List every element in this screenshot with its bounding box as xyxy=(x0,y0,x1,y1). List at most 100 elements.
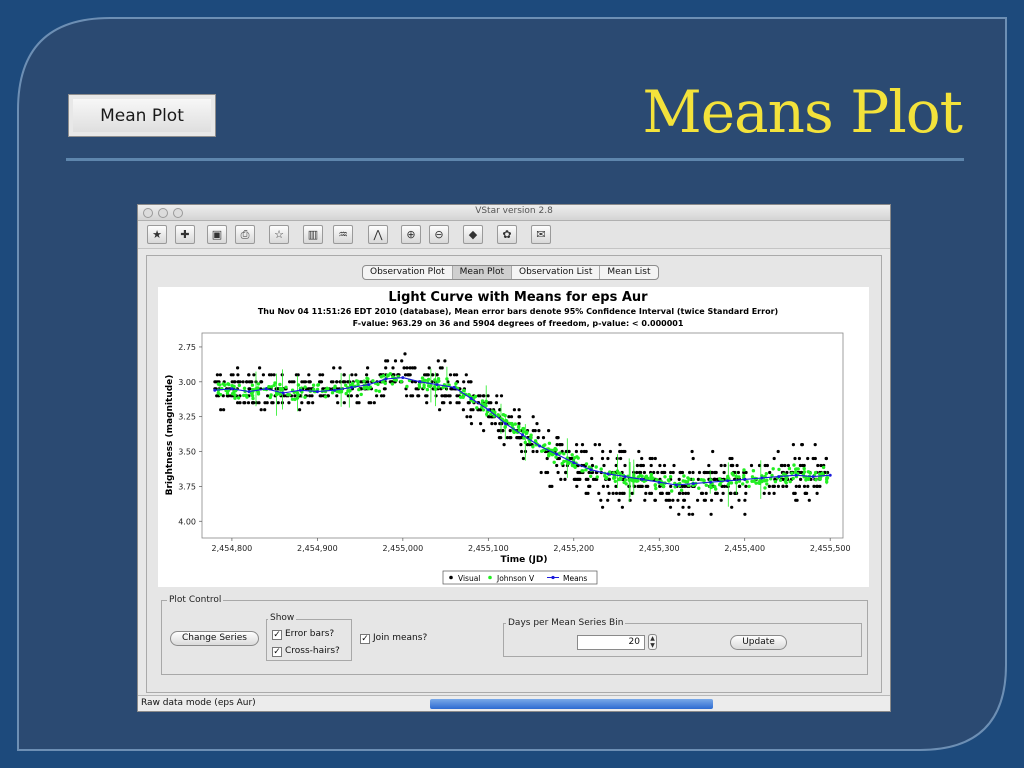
visual-point xyxy=(646,484,650,488)
johnson-v-point xyxy=(806,470,811,474)
johnson-v-point xyxy=(790,471,794,475)
plot-icon[interactable]: ▥ xyxy=(303,225,323,244)
x-tick-label: 2,455,300 xyxy=(639,544,680,553)
visual-point xyxy=(247,373,251,377)
plot-panel[interactable]: Light Curve with Means for eps Aur Thu N… xyxy=(158,287,869,587)
update-button[interactable]: Update xyxy=(730,635,787,650)
visual-point xyxy=(259,408,263,412)
visual-point xyxy=(688,470,692,475)
means-point xyxy=(589,468,593,472)
visual-point xyxy=(712,477,716,481)
visual-point xyxy=(601,505,605,509)
visual-point xyxy=(493,422,497,426)
y-tick-label: 2.75 xyxy=(178,343,196,352)
model-icon[interactable]: ⋀ xyxy=(368,225,388,244)
johnson-v-point xyxy=(390,382,395,386)
visual-point xyxy=(824,456,828,461)
visual-point xyxy=(704,491,708,495)
visual-point xyxy=(243,401,247,405)
light-curve-chart[interactable]: Light Curve with Means for eps Aur Thu N… xyxy=(158,287,869,587)
chart-title: Light Curve with Means for eps Aur xyxy=(388,290,648,305)
new-star-icon[interactable]: ★ xyxy=(147,225,167,244)
johnson-v-point xyxy=(691,477,695,482)
visual-point xyxy=(402,366,406,370)
visual-point xyxy=(707,463,711,468)
phase-icon[interactable]: ♒ xyxy=(333,225,353,244)
visual-point xyxy=(342,373,346,377)
plugin-icon[interactable]: ✿ xyxy=(497,225,517,244)
visual-point xyxy=(416,394,420,398)
means-point xyxy=(572,461,576,465)
error-bars-checkbox[interactable]: ✓ Error bars? xyxy=(272,629,334,640)
visual-point xyxy=(310,394,314,398)
visual-point xyxy=(382,387,386,391)
johnson-v-point xyxy=(765,482,769,486)
johnson-v-point xyxy=(742,468,746,472)
print-icon[interactable]: ⎙ xyxy=(235,225,255,244)
johnson-v-point xyxy=(356,379,360,384)
visual-point xyxy=(632,484,637,488)
help-icon[interactable]: ✉ xyxy=(531,225,551,244)
visual-point xyxy=(436,359,440,363)
visual-point xyxy=(714,491,718,495)
visual-point xyxy=(515,436,519,440)
means-point xyxy=(760,476,764,480)
filter-icon[interactable]: ◆ xyxy=(463,225,483,244)
visual-point xyxy=(687,505,691,509)
zoom-in-icon[interactable]: ⊕ xyxy=(401,225,421,244)
visual-point xyxy=(406,373,410,377)
days-per-bin-spinner[interactable]: ▲ ▼ xyxy=(648,634,657,650)
visual-point xyxy=(730,505,734,509)
visual-point xyxy=(767,484,772,488)
visual-point xyxy=(574,449,578,454)
visual-point xyxy=(639,463,644,468)
johnson-v-point xyxy=(218,383,222,387)
visual-point xyxy=(269,373,273,377)
means-point xyxy=(435,383,439,387)
visual-point xyxy=(710,498,714,502)
legend-johnson-v-label: Johnson V xyxy=(496,574,535,583)
tab-mean-list[interactable]: Mean List xyxy=(600,266,657,279)
visual-point xyxy=(440,394,444,398)
tab-observation-plot[interactable]: Observation Plot xyxy=(363,266,453,279)
means-point xyxy=(794,473,798,477)
johnson-v-point xyxy=(704,483,708,487)
johnson-v-point xyxy=(778,478,783,482)
means-point xyxy=(777,475,781,479)
johnson-v-point xyxy=(405,384,409,389)
visual-point xyxy=(464,373,468,377)
days-per-bin-input[interactable]: 20 xyxy=(577,635,645,650)
johnson-v-point xyxy=(303,395,307,399)
open-file-icon[interactable]: ✚ xyxy=(175,225,195,244)
join-means-checkbox[interactable]: ✓ Join means? xyxy=(360,633,427,644)
visual-point xyxy=(215,373,219,377)
visual-point xyxy=(722,470,726,475)
johnson-v-point xyxy=(554,448,558,452)
change-series-button[interactable]: Change Series xyxy=(170,631,259,646)
johnson-v-point xyxy=(374,388,378,393)
visual-point xyxy=(384,359,388,363)
visual-point xyxy=(252,373,256,377)
visual-point xyxy=(219,408,223,412)
visual-point xyxy=(785,484,789,488)
visual-point xyxy=(749,463,754,468)
tab-mean-plot[interactable]: Mean Plot xyxy=(452,266,512,279)
visual-point xyxy=(288,380,292,384)
zoom-out-icon[interactable]: ⊖ xyxy=(429,225,449,244)
cross-hairs-checkbox[interactable]: ✓ Cross-hairs? xyxy=(272,646,340,657)
means-point xyxy=(315,390,319,394)
visual-point xyxy=(767,491,771,495)
visual-point xyxy=(276,401,280,405)
tab-observation-list[interactable]: Observation List xyxy=(512,266,601,279)
x-axis-label: Time (JD) xyxy=(501,555,548,565)
visual-point xyxy=(593,443,597,447)
visual-point xyxy=(812,484,816,488)
johnson-v-point xyxy=(737,475,741,479)
visual-point xyxy=(798,463,803,468)
visual-point xyxy=(318,380,322,384)
visual-point xyxy=(393,359,398,363)
visual-point xyxy=(342,401,346,405)
save-icon[interactable]: ▣ xyxy=(207,225,227,244)
star-info-icon[interactable]: ☆ xyxy=(269,225,289,244)
johnson-v-point xyxy=(718,483,722,487)
